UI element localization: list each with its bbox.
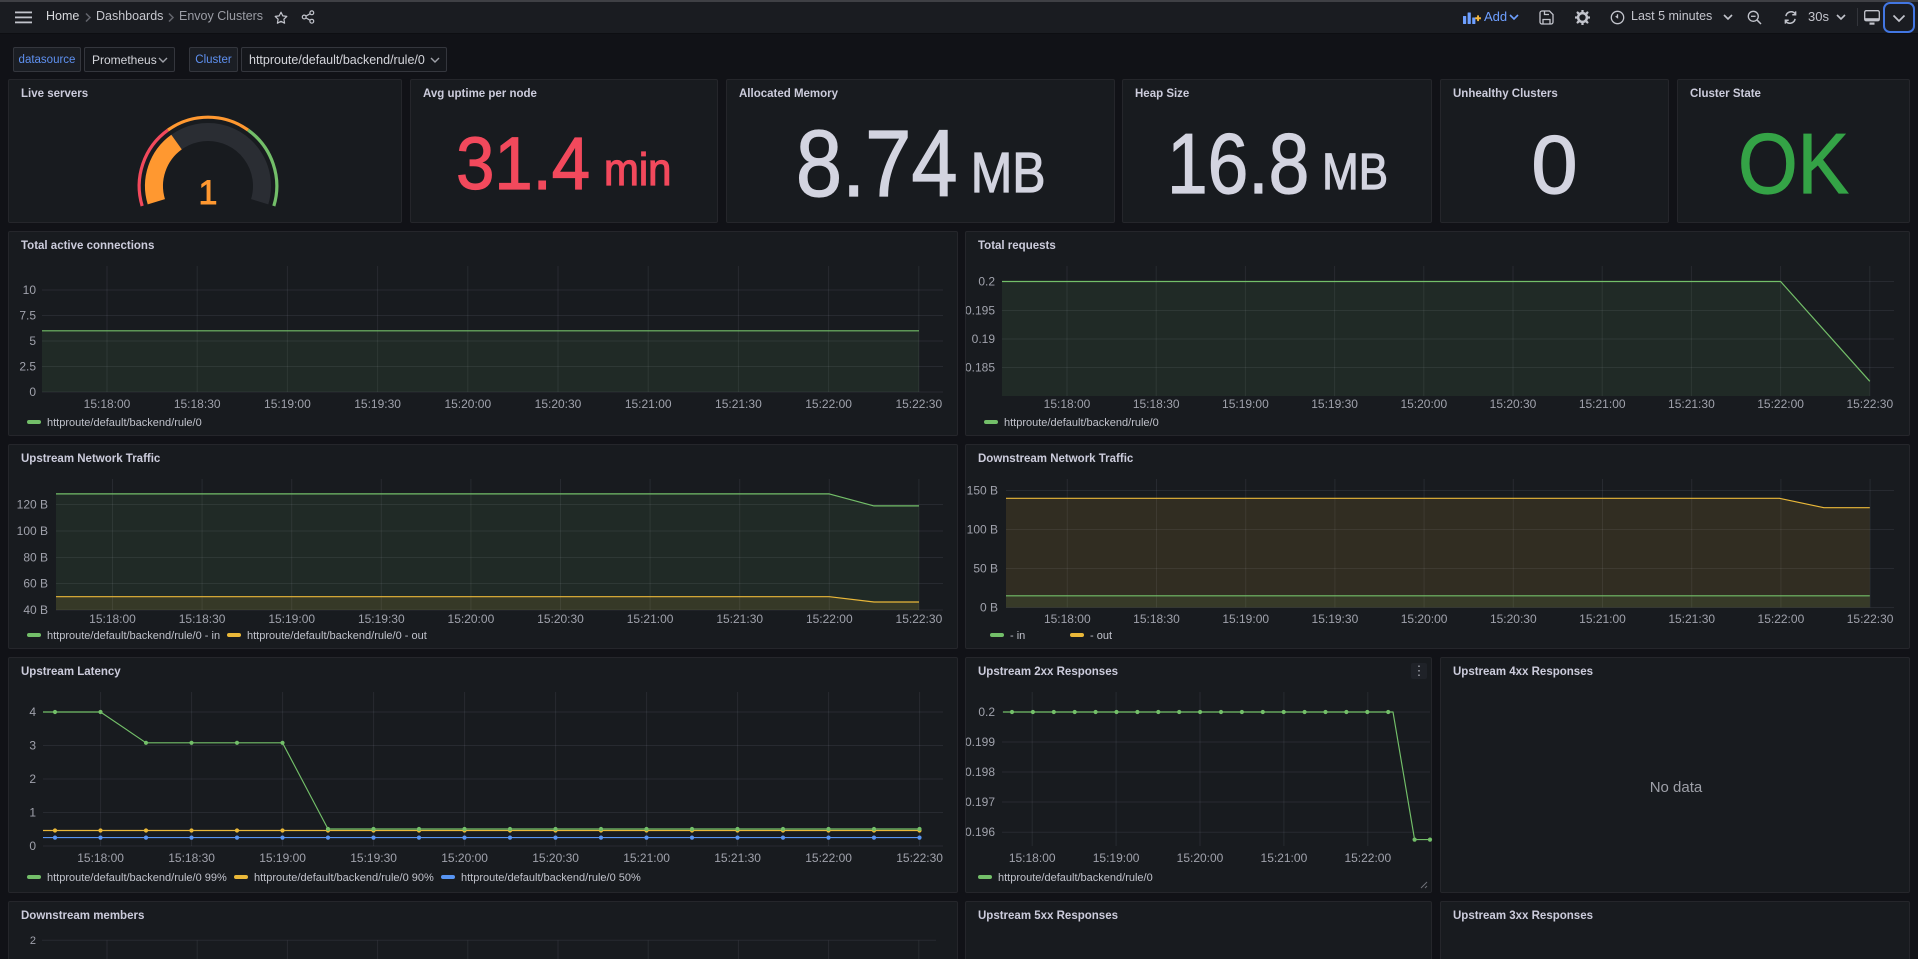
svg-text:0.196: 0.196 bbox=[966, 825, 995, 839]
svg-text:15:22:30: 15:22:30 bbox=[896, 612, 943, 626]
svg-text:15:21:30: 15:21:30 bbox=[715, 397, 762, 411]
svg-text:15:18:30: 15:18:30 bbox=[1133, 397, 1180, 411]
svg-text:15:18:00: 15:18:00 bbox=[1044, 612, 1091, 626]
svg-text:15:21:00: 15:21:00 bbox=[625, 397, 672, 411]
svg-text:2: 2 bbox=[29, 772, 36, 786]
svg-text:40 B: 40 B bbox=[23, 603, 48, 617]
svg-text:15:18:30: 15:18:30 bbox=[1133, 612, 1180, 626]
svg-text:15:22:30: 15:22:30 bbox=[1847, 612, 1894, 626]
svg-text:15:19:00: 15:19:00 bbox=[1093, 851, 1140, 865]
svg-text:15:20:00: 15:20:00 bbox=[1177, 851, 1224, 865]
svg-text:15:19:30: 15:19:30 bbox=[350, 851, 397, 865]
svg-text:1: 1 bbox=[29, 806, 36, 820]
svg-text:15:22:30: 15:22:30 bbox=[895, 397, 942, 411]
svg-text:15:20:30: 15:20:30 bbox=[1490, 612, 1537, 626]
svg-text:0 B: 0 B bbox=[980, 601, 998, 615]
svg-text:15:19:00: 15:19:00 bbox=[1222, 397, 1269, 411]
svg-text:15:20:00: 15:20:00 bbox=[444, 397, 491, 411]
svg-text:0.185: 0.185 bbox=[966, 361, 995, 375]
svg-text:15:21:00: 15:21:00 bbox=[1579, 612, 1626, 626]
svg-text:15:20:30: 15:20:30 bbox=[537, 612, 584, 626]
svg-text:100 B: 100 B bbox=[17, 524, 48, 538]
svg-text:- out: - out bbox=[1090, 630, 1112, 642]
svg-text:1: 1 bbox=[199, 174, 218, 212]
svg-text:150 B: 150 B bbox=[967, 484, 998, 498]
svg-text:15:22:00: 15:22:00 bbox=[1758, 612, 1805, 626]
svg-text:15:18:00: 15:18:00 bbox=[1044, 397, 1091, 411]
svg-text:15:22:00: 15:22:00 bbox=[805, 851, 852, 865]
svg-text:15:18:30: 15:18:30 bbox=[168, 851, 215, 865]
svg-text:15:20:00: 15:20:00 bbox=[441, 851, 488, 865]
svg-text:120 B: 120 B bbox=[17, 498, 48, 512]
svg-text:15:22:00: 15:22:00 bbox=[1757, 397, 1804, 411]
svg-text:80 B: 80 B bbox=[23, 551, 48, 565]
svg-text:15:19:30: 15:19:30 bbox=[1312, 612, 1359, 626]
svg-text:httproute/default/backend/rule: httproute/default/backend/rule/0 - out bbox=[247, 630, 427, 642]
svg-text:httproute/default/backend/rule: httproute/default/backend/rule/0 bbox=[998, 872, 1153, 884]
svg-text:0.2: 0.2 bbox=[978, 275, 995, 289]
svg-text:15:21:30: 15:21:30 bbox=[714, 851, 761, 865]
svg-text:10: 10 bbox=[23, 283, 37, 297]
svg-text:5: 5 bbox=[29, 334, 36, 348]
svg-text:15:18:00: 15:18:00 bbox=[89, 612, 136, 626]
svg-text:15:19:00: 15:19:00 bbox=[264, 397, 311, 411]
svg-text:0: 0 bbox=[29, 385, 36, 399]
svg-text:2.5: 2.5 bbox=[19, 360, 36, 374]
svg-text:15:18:30: 15:18:30 bbox=[174, 397, 221, 411]
svg-text:0.199: 0.199 bbox=[966, 735, 995, 749]
svg-text:7.5: 7.5 bbox=[19, 309, 36, 323]
svg-text:15:19:00: 15:19:00 bbox=[268, 612, 315, 626]
svg-text:15:22:00: 15:22:00 bbox=[1344, 851, 1391, 865]
svg-text:0.19: 0.19 bbox=[972, 332, 996, 346]
svg-text:15:19:30: 15:19:30 bbox=[354, 397, 401, 411]
svg-text:- in: - in bbox=[1010, 630, 1025, 642]
svg-text:15:18:00: 15:18:00 bbox=[1009, 851, 1056, 865]
svg-text:httproute/default/backend/rule: httproute/default/backend/rule/0 bbox=[1004, 417, 1159, 429]
svg-text:15:21:30: 15:21:30 bbox=[716, 612, 763, 626]
svg-text:15:22:00: 15:22:00 bbox=[805, 397, 852, 411]
svg-text:0.198: 0.198 bbox=[966, 765, 995, 779]
svg-text:httproute/default/backend/rule: httproute/default/backend/rule/0 99% bbox=[47, 872, 227, 884]
svg-text:httproute/default/backend/rule: httproute/default/backend/rule/0 bbox=[47, 417, 202, 429]
svg-text:15:21:30: 15:21:30 bbox=[1668, 612, 1715, 626]
svg-text:2: 2 bbox=[30, 935, 36, 947]
svg-text:15:20:00: 15:20:00 bbox=[1400, 397, 1447, 411]
svg-text:15:18:30: 15:18:30 bbox=[179, 612, 226, 626]
svg-text:15:21:30: 15:21:30 bbox=[1668, 397, 1715, 411]
svg-text:0.2: 0.2 bbox=[978, 705, 995, 719]
svg-text:15:19:00: 15:19:00 bbox=[1222, 612, 1269, 626]
svg-text:15:21:00: 15:21:00 bbox=[1261, 851, 1308, 865]
svg-text:0.197: 0.197 bbox=[966, 795, 995, 809]
svg-text:httproute/default/backend/rule: httproute/default/backend/rule/0 - in bbox=[47, 630, 220, 642]
svg-text:httproute/default/backend/rule: httproute/default/backend/rule/0 90% bbox=[254, 872, 434, 884]
svg-text:15:22:00: 15:22:00 bbox=[806, 612, 853, 626]
svg-text:4: 4 bbox=[29, 705, 36, 719]
svg-text:0: 0 bbox=[29, 839, 36, 853]
svg-text:15:20:30: 15:20:30 bbox=[535, 397, 582, 411]
svg-text:60 B: 60 B bbox=[23, 577, 48, 591]
svg-text:15:19:30: 15:19:30 bbox=[358, 612, 405, 626]
svg-text:100 B: 100 B bbox=[967, 523, 998, 537]
svg-text:15:20:30: 15:20:30 bbox=[1490, 397, 1537, 411]
svg-text:15:20:00: 15:20:00 bbox=[1401, 612, 1448, 626]
svg-text:3: 3 bbox=[29, 739, 36, 753]
svg-text:15:21:00: 15:21:00 bbox=[627, 612, 674, 626]
svg-text:50 B: 50 B bbox=[973, 562, 998, 576]
svg-text:15:22:30: 15:22:30 bbox=[896, 851, 943, 865]
svg-text:15:19:00: 15:19:00 bbox=[259, 851, 306, 865]
svg-text:15:19:30: 15:19:30 bbox=[1311, 397, 1358, 411]
svg-text:15:21:00: 15:21:00 bbox=[623, 851, 670, 865]
svg-text:15:21:00: 15:21:00 bbox=[1579, 397, 1626, 411]
svg-text:15:20:30: 15:20:30 bbox=[532, 851, 579, 865]
svg-text:0.195: 0.195 bbox=[966, 304, 995, 318]
svg-text:15:18:00: 15:18:00 bbox=[84, 397, 131, 411]
svg-text:httproute/default/backend/rule: httproute/default/backend/rule/0 50% bbox=[461, 872, 641, 884]
svg-text:15:18:00: 15:18:00 bbox=[77, 851, 124, 865]
svg-text:No data: No data bbox=[1650, 779, 1703, 796]
svg-text:15:20:00: 15:20:00 bbox=[448, 612, 495, 626]
svg-text:15:22:30: 15:22:30 bbox=[1846, 397, 1893, 411]
